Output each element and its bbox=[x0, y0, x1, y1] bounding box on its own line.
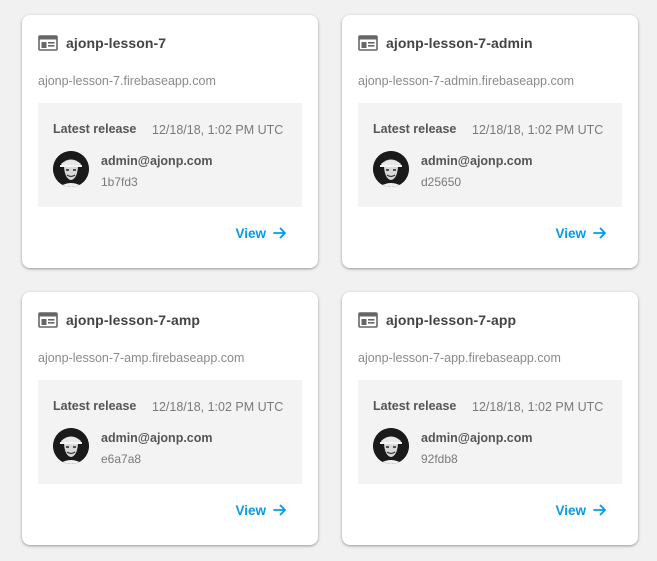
latest-release-panel: Latest release 12/18/18, 1:02 PM UTC adm… bbox=[358, 380, 622, 484]
site-name: ajonp-lesson-7-amp bbox=[66, 312, 201, 328]
site-url[interactable]: ajonp-lesson-7-admin.firebaseapp.com bbox=[358, 74, 574, 88]
view-label: View bbox=[555, 225, 586, 241]
site-card: ajonp-lesson-7 ajonp-lesson-7.firebaseap… bbox=[22, 15, 318, 268]
view-button[interactable]: View bbox=[555, 225, 608, 241]
latest-release-panel: Latest release 12/18/18, 1:02 PM UTC adm… bbox=[358, 103, 622, 207]
release-hash: d25650 bbox=[421, 175, 462, 189]
release-hash: 92fdb8 bbox=[421, 452, 458, 466]
release-user: admin@ajonp.com bbox=[101, 431, 213, 445]
release-hash: e6a7a8 bbox=[101, 452, 142, 466]
release-label: Latest release bbox=[373, 122, 457, 136]
web-site-icon bbox=[38, 35, 58, 51]
release-hash: 1b7fd3 bbox=[101, 175, 138, 189]
site-name: ajonp-lesson-7-app bbox=[386, 312, 517, 328]
site-card: ajonp-lesson-7-admin ajonp-lesson-7-admi… bbox=[342, 15, 638, 268]
arrow-right-icon bbox=[273, 227, 286, 239]
user-avatar bbox=[53, 428, 89, 464]
release-user: admin@ajonp.com bbox=[421, 154, 533, 168]
view-button[interactable]: View bbox=[555, 502, 608, 518]
site-card: ajonp-lesson-7-app ajonp-lesson-7-app.fi… bbox=[342, 292, 638, 545]
release-label: Latest release bbox=[53, 122, 137, 136]
view-button[interactable]: View bbox=[235, 502, 288, 518]
user-avatar bbox=[53, 151, 89, 187]
card-header: ajonp-lesson-7-admin bbox=[358, 33, 533, 53]
latest-release-panel: Latest release 12/18/18, 1:02 PM UTC adm… bbox=[38, 380, 302, 484]
site-url[interactable]: ajonp-lesson-7-app.firebaseapp.com bbox=[358, 351, 561, 365]
card-header: ajonp-lesson-7-app bbox=[358, 310, 516, 330]
site-name: ajonp-lesson-7 bbox=[66, 35, 167, 51]
web-site-icon bbox=[358, 35, 378, 51]
arrow-right-icon bbox=[273, 504, 286, 516]
site-card: ajonp-lesson-7-amp ajonp-lesson-7-amp.fi… bbox=[22, 292, 318, 545]
view-button[interactable]: View bbox=[235, 225, 288, 241]
arrow-right-icon bbox=[593, 504, 606, 516]
release-user: admin@ajonp.com bbox=[421, 431, 533, 445]
release-label: Latest release bbox=[53, 399, 137, 413]
site-name: ajonp-lesson-7-admin bbox=[386, 35, 533, 51]
release-date: 12/18/18, 1:02 PM UTC bbox=[152, 123, 284, 137]
view-label: View bbox=[235, 225, 266, 241]
release-date: 12/18/18, 1:02 PM UTC bbox=[152, 400, 284, 414]
user-avatar bbox=[373, 428, 409, 464]
release-label: Latest release bbox=[373, 399, 457, 413]
release-user: admin@ajonp.com bbox=[101, 154, 213, 168]
release-date: 12/18/18, 1:02 PM UTC bbox=[472, 400, 604, 414]
site-url[interactable]: ajonp-lesson-7-amp.firebaseapp.com bbox=[38, 351, 244, 365]
hosting-sites-grid: ajonp-lesson-7 ajonp-lesson-7.firebaseap… bbox=[0, 0, 657, 561]
arrow-right-icon bbox=[593, 227, 606, 239]
release-date: 12/18/18, 1:02 PM UTC bbox=[472, 123, 604, 137]
view-label: View bbox=[555, 502, 586, 518]
latest-release-panel: Latest release 12/18/18, 1:02 PM UTC adm… bbox=[38, 103, 302, 207]
user-avatar bbox=[373, 151, 409, 187]
card-header: ajonp-lesson-7-amp bbox=[38, 310, 200, 330]
site-url[interactable]: ajonp-lesson-7.firebaseapp.com bbox=[38, 74, 216, 88]
web-site-icon bbox=[358, 312, 378, 328]
card-header: ajonp-lesson-7 bbox=[38, 33, 166, 53]
view-label: View bbox=[235, 502, 266, 518]
web-site-icon bbox=[38, 312, 58, 328]
